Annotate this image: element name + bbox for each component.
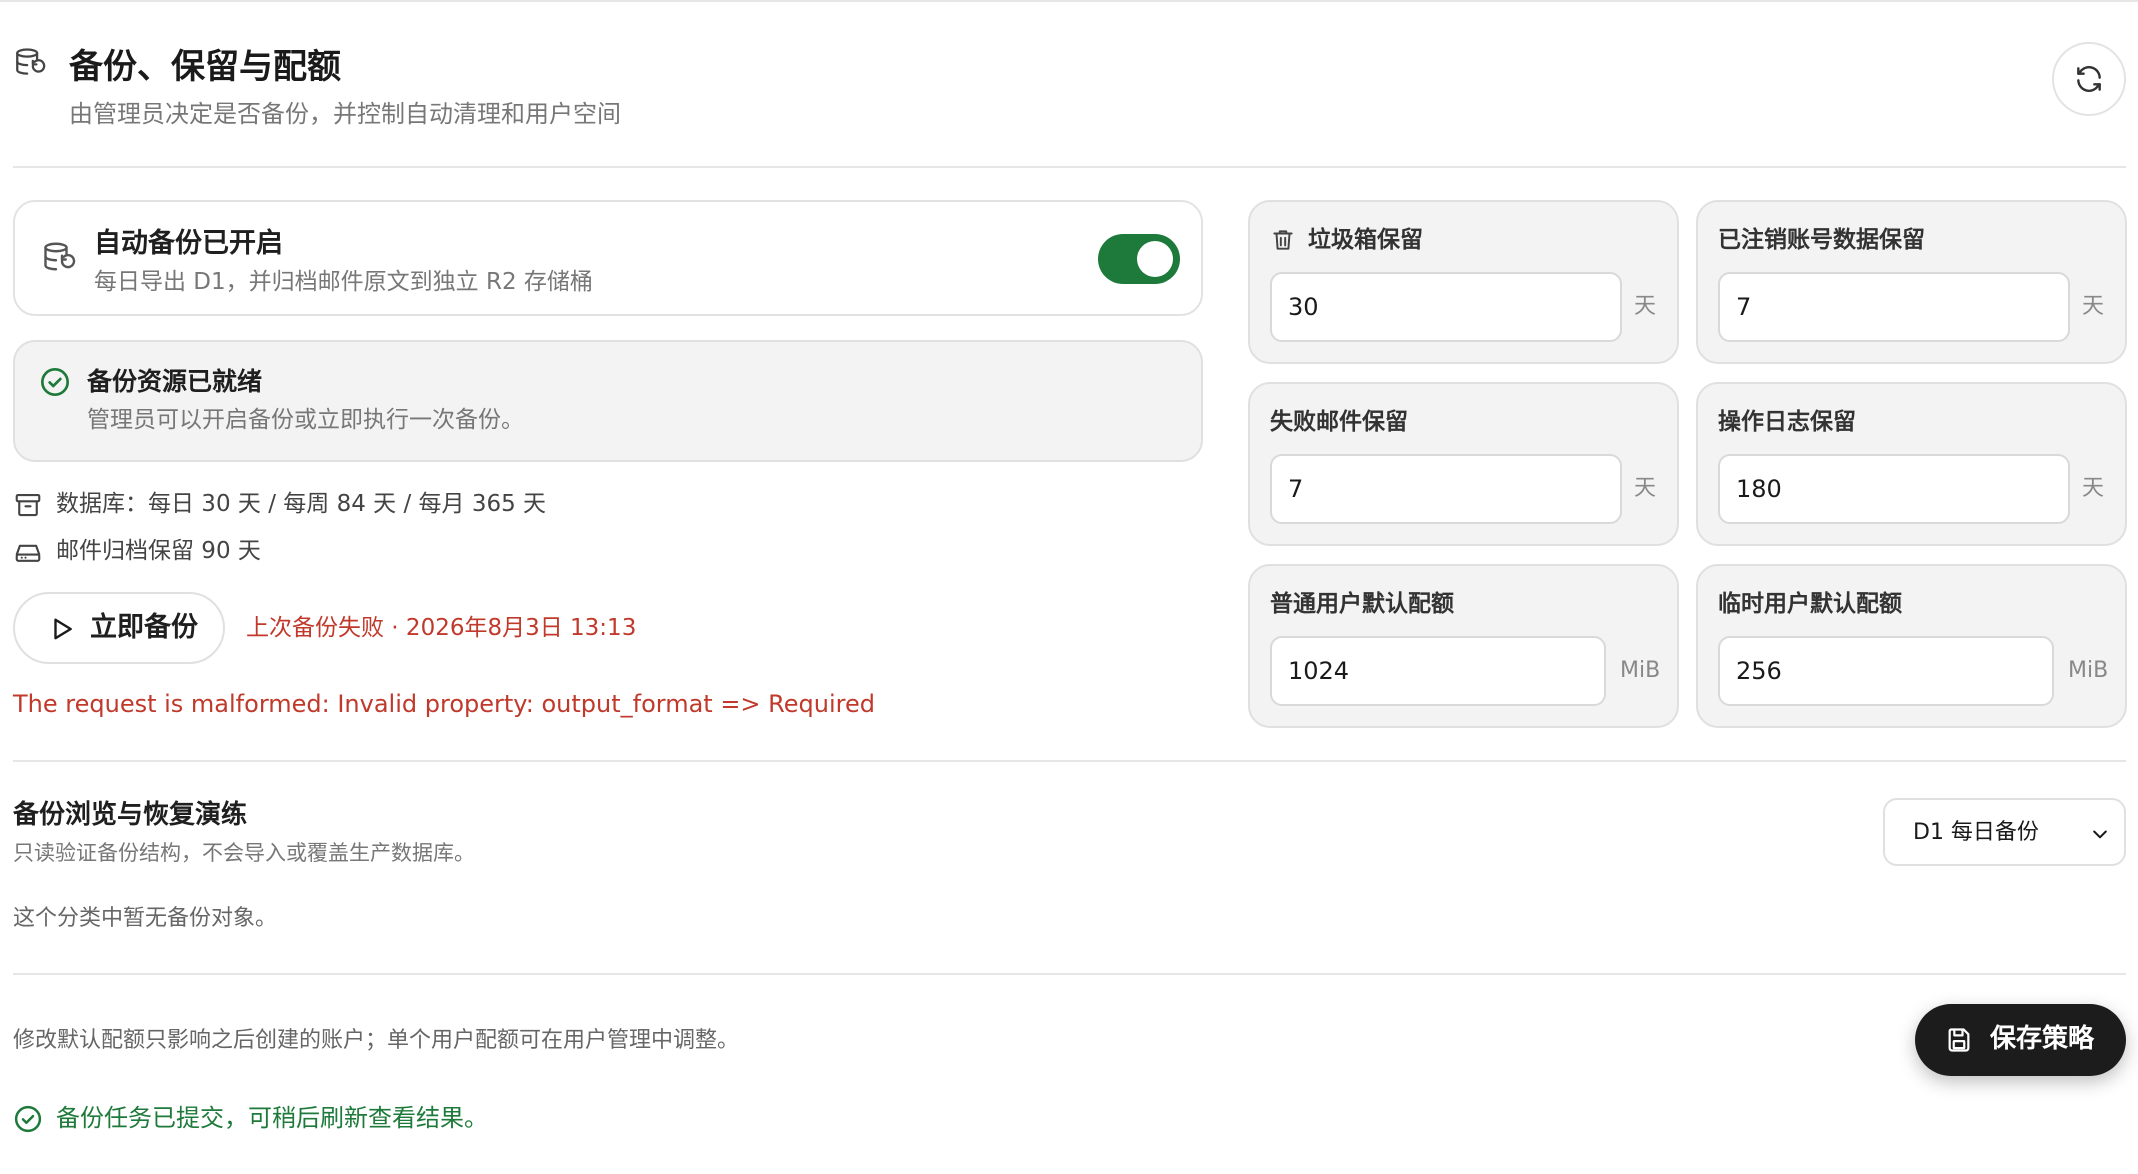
failed-mail-retention-unit: 天: [1634, 476, 1657, 501]
refresh-button[interactable]: [2052, 42, 2126, 116]
success-message: 备份任务已提交，可稍后刷新查看结果。: [56, 1104, 488, 1132]
auto-backup-title: 自动备份已开启: [94, 228, 283, 259]
check-circle-icon: [41, 368, 69, 396]
regular-quota-input[interactable]: 1024: [1270, 636, 1606, 706]
temp-quota-unit: MiB: [2068, 658, 2109, 683]
backup-category-select[interactable]: D1 每日备份: [1883, 798, 2126, 866]
save-icon: [1948, 1028, 1970, 1052]
failed-mail-retention-label: 失败邮件保留: [1270, 409, 1408, 435]
operation-log-retention-input[interactable]: 180: [1718, 454, 2070, 524]
header-divider: [13, 166, 2126, 168]
empty-backup-message: 这个分类中暂无备份对象。: [13, 906, 278, 931]
resource-status-title: 备份资源已就绪: [87, 367, 263, 396]
trash-retention-label: 垃圾箱保留: [1308, 227, 1423, 253]
trash-retention-card: 垃圾箱保留 30 天: [1248, 200, 1679, 364]
refresh-icon: [2077, 66, 2101, 92]
deleted-accounts-retention-label: 已注销账号数据保留: [1718, 227, 1925, 253]
trash-icon: [1273, 230, 1293, 250]
quota-note: 修改默认配额只影响之后创建的账户；单个用户配额可在用户管理中调整。: [13, 1028, 740, 1053]
archive-icon: [15, 493, 41, 517]
temp-quota-input[interactable]: 256: [1718, 636, 2054, 706]
section-divider: [13, 760, 2126, 762]
temp-quota-label: 临时用户默认配额: [1718, 591, 1902, 617]
footer-divider: [13, 973, 2126, 975]
chevron-down-icon: [2093, 830, 2107, 839]
play-icon: [54, 618, 72, 640]
regular-quota-unit: MiB: [1620, 658, 1661, 683]
database-restore-icon: [44, 242, 76, 271]
database-restore-icon: [16, 48, 46, 75]
temp-quota-card: 临时用户默认配额 256 MiB: [1696, 564, 2127, 728]
trash-retention-unit: 天: [1634, 294, 1657, 319]
deleted-accounts-retention-unit: 天: [2082, 294, 2105, 319]
operation-log-retention-label: 操作日志保留: [1718, 409, 1856, 435]
regular-quota-card: 普通用户默认配额 1024 MiB: [1248, 564, 1679, 728]
auto-backup-subtitle: 每日导出 D1，并归档邮件原文到独立 R2 存储桶: [94, 269, 593, 295]
auto-backup-card: 自动备份已开启 每日导出 D1，并归档邮件原文到独立 R2 存储桶: [13, 200, 1203, 316]
page-subtitle: 由管理员决定是否备份，并控制自动清理和用户空间: [69, 100, 621, 128]
browse-title: 备份浏览与恢复演练: [13, 800, 248, 830]
save-policy-label: 保存策略: [1990, 1024, 2095, 1054]
backup-category-value: D1 每日备份: [1913, 820, 2039, 845]
backup-now-label: 立即备份: [90, 612, 198, 643]
last-backup-status: 上次备份失败 · 2026年8月3日 13:13: [246, 615, 637, 641]
page-title: 备份、保留与配额: [69, 47, 341, 87]
failed-mail-retention-card: 失败邮件保留 7 天: [1248, 382, 1679, 546]
browse-subtitle: 只读验证备份结构，不会导入或覆盖生产数据库。: [13, 841, 475, 865]
hard-drive-icon: [15, 544, 41, 562]
operation-log-retention-card: 操作日志保留 180 天: [1696, 382, 2127, 546]
resource-status-subtitle: 管理员可以开启备份或立即执行一次备份。: [87, 407, 524, 433]
resource-status-card: 备份资源已就绪 管理员可以开启备份或立即执行一次备份。: [13, 340, 1203, 462]
failed-mail-retention-input[interactable]: 7: [1270, 454, 1622, 524]
backup-now-button[interactable]: 立即备份: [13, 592, 225, 664]
regular-quota-label: 普通用户默认配额: [1270, 591, 1454, 617]
deleted-accounts-retention-input[interactable]: 7: [1718, 272, 2070, 342]
save-policy-button[interactable]: 保存策略: [1915, 1004, 2126, 1076]
mail-archive-info: 邮件归档保留 90 天: [56, 538, 261, 564]
check-circle-icon: [14, 1105, 42, 1133]
trash-retention-input[interactable]: 30: [1270, 272, 1622, 342]
error-message: The request is malformed: Invalid proper…: [13, 690, 875, 718]
toggle-knob: [1137, 241, 1173, 277]
deleted-accounts-retention-card: 已注销账号数据保留 7 天: [1696, 200, 2127, 364]
top-border: [0, 0, 2138, 2]
operation-log-retention-unit: 天: [2082, 476, 2105, 501]
auto-backup-toggle[interactable]: [1098, 234, 1180, 284]
database-retention-info: 数据库：每日 30 天 / 每周 84 天 / 每月 365 天: [56, 491, 547, 517]
